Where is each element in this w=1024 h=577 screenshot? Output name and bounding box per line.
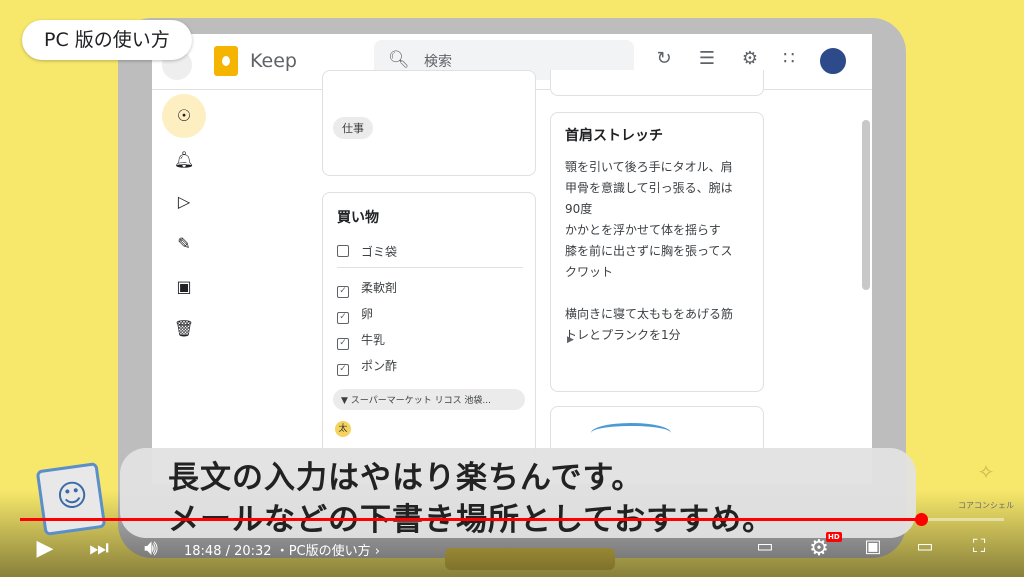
checklist-item-checked[interactable]: ✓ 牛乳 xyxy=(337,331,385,350)
checklist-item-label: ゴミ袋 xyxy=(361,245,398,259)
chapter-link[interactable]: ・PC版の使い方 › xyxy=(276,544,380,559)
mascot-face-icon: ☺ xyxy=(54,476,91,516)
checkbox-checked-icon[interactable]: ✓ xyxy=(337,338,349,350)
apps-grid-icon[interactable]: ∷ xyxy=(777,48,801,69)
collaborator-avatar[interactable]: 太 xyxy=(335,421,351,437)
checklist-item-label: 卵 xyxy=(361,307,374,321)
channel-logo-icon: ✧ xyxy=(977,460,995,484)
shopping-title: 買い物 xyxy=(337,210,379,226)
archive-icon[interactable]: ▣ xyxy=(168,271,200,303)
expand-arrow-icon[interactable]: ▶ xyxy=(567,335,574,345)
search-icon: 🔍︎ xyxy=(388,50,410,70)
section-tag: PC 版の使い方 xyxy=(22,20,192,60)
progress-fill xyxy=(20,518,922,521)
caption-line-1: 長文の入力はやはり楽ちんです。 xyxy=(168,460,644,496)
search-placeholder: 検索 xyxy=(424,54,452,70)
lightbulb-icon[interactable]: ☉ xyxy=(168,100,200,132)
play-icon[interactable]: ▶ xyxy=(30,536,60,561)
keep-sidebar: ☉ 🔔︎ ▷ ✎ ▣ 🗑︎ xyxy=(152,90,222,484)
checklist-item-label: 柔軟剤 xyxy=(361,281,398,295)
refresh-icon[interactable]: ↻ xyxy=(652,48,676,69)
fullscreen-icon[interactable]: ⛶ xyxy=(964,536,994,557)
checklist-item-checked[interactable]: ✓ 卵 xyxy=(337,305,373,324)
note-card-shopping[interactable]: 買い物 ゴミ袋 ✓ 柔軟剤 ✓ 卵 ✓ 牛乳 ✓ ポン酢 ▼ スーパーマーケット リコス… xyxy=(322,192,536,484)
checklist-item-label: 牛乳 xyxy=(361,333,386,347)
progress-bar[interactable] xyxy=(20,513,1004,526)
checklist-item-checked[interactable]: ✓ ポン酢 xyxy=(337,357,397,376)
time-label: 18:48 / 20:32 xyxy=(184,544,272,559)
trash-icon[interactable]: 🗑︎ xyxy=(168,313,200,345)
pencil-icon[interactable]: ✎ xyxy=(168,228,200,260)
checklist-item-label: ポン酢 xyxy=(361,359,398,373)
note-card-partial[interactable] xyxy=(550,70,764,96)
checkbox-checked-icon[interactable]: ✓ xyxy=(337,312,349,324)
location-pin-icon: ▼ xyxy=(341,396,348,406)
volume-icon[interactable]: 🔊︎ xyxy=(136,536,166,561)
note-card-work[interactable]: 仕事 xyxy=(322,70,536,176)
app-title: Keep xyxy=(250,50,297,72)
stretch-body: 顎を引いて後ろ手にタオル、肩 甲骨を意識して引っ張る、腕は 90度 かかとを浮か… xyxy=(565,160,734,342)
location-label: スーパーマーケット リコス 池袋... xyxy=(350,396,492,406)
subtitles-icon[interactable]: ▭ xyxy=(750,536,780,557)
list-view-icon[interactable]: ☰ xyxy=(695,48,719,69)
note-card-stretch[interactable]: 首肩ストレッチ 顎を引いて後ろ手にタオル、肩 甲骨を意識して引っ張る、腕は 90… xyxy=(550,112,764,392)
miniplayer-icon[interactable]: ▣ xyxy=(858,536,888,557)
checklist-item-checked[interactable]: ✓ 柔軟剤 xyxy=(337,279,397,298)
checkbox-checked-icon[interactable]: ✓ xyxy=(337,286,349,298)
scrollbar[interactable] xyxy=(862,120,870,290)
checkbox-checked-icon[interactable]: ✓ xyxy=(337,364,349,376)
location-chip[interactable]: ▼ スーパーマーケット リコス 池袋... xyxy=(333,389,525,410)
label-icon[interactable]: ▷ xyxy=(168,186,200,218)
drawing-stroke xyxy=(591,423,671,443)
keep-screen: Keep 🔍︎ 検索 ↻ ☰ ⚙ ∷ ☉ 🔔︎ ▷ ✎ ▣ 🗑︎ 仕事 買い物 … xyxy=(152,34,872,484)
settings-icon[interactable]: ⚙ xyxy=(738,48,762,69)
time-display: 18:48 / 20:32 ・PC版の使い方 › xyxy=(184,540,380,559)
keep-logo-icon xyxy=(214,46,238,76)
caption-line-2: メールなどの下書き場所としておすすめ。 xyxy=(168,502,775,538)
account-avatar[interactable] xyxy=(818,46,848,76)
checklist-item-unchecked[interactable]: ゴミ袋 xyxy=(337,243,397,260)
label-chip-work[interactable]: 仕事 xyxy=(333,117,373,139)
next-icon[interactable]: ⏭︎ xyxy=(84,536,114,561)
checkbox-empty-icon[interactable] xyxy=(337,245,349,257)
stretch-title: 首肩ストレッチ xyxy=(565,128,663,144)
checklist-divider xyxy=(337,267,523,268)
mascot-character: ☺ xyxy=(35,462,107,536)
hd-badge: HD xyxy=(826,532,842,542)
channel-name: コアコンシェル xyxy=(958,501,1014,510)
bell-icon[interactable]: 🔔︎ xyxy=(168,144,200,176)
theater-mode-icon[interactable]: ▭ xyxy=(910,536,940,557)
